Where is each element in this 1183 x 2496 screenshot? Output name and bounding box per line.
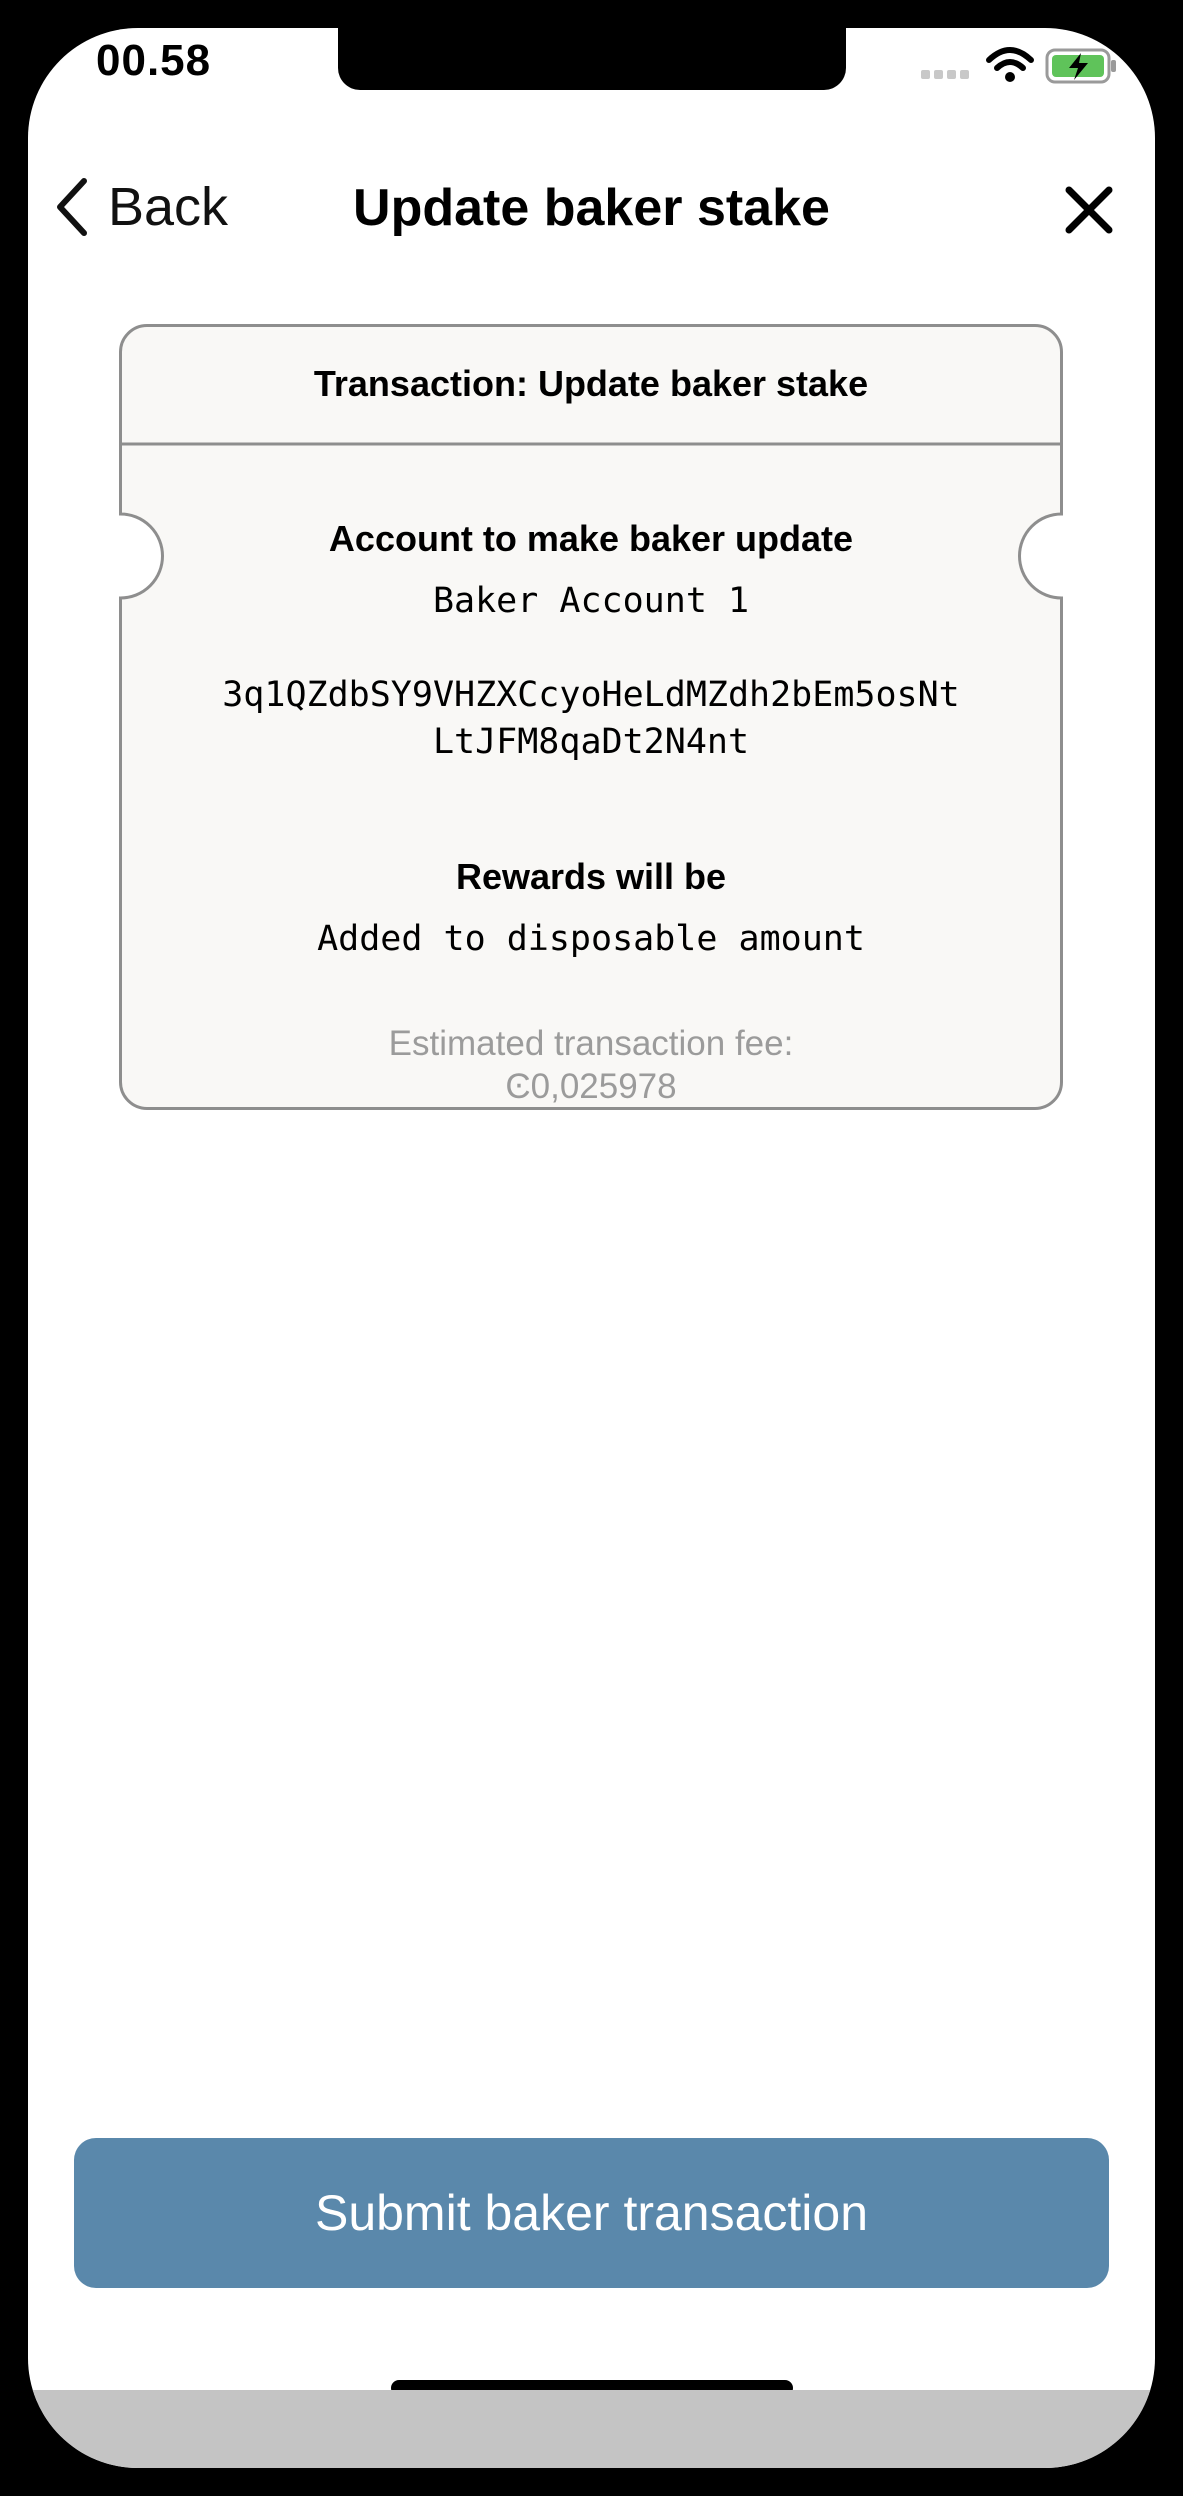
ticket-header: Transaction: Update baker stake	[313, 363, 869, 404]
bottom-band	[28, 2390, 1155, 2468]
submit-baker-transaction-button[interactable]: Submit baker transaction	[74, 2138, 1109, 2288]
app-screen: 00.58 Back Update baker stake Transactio…	[28, 28, 1155, 2468]
account-label: Account to make baker update	[328, 518, 854, 559]
battery-charging-icon	[1045, 48, 1116, 84]
close-icon[interactable]	[1061, 182, 1117, 238]
account-address-line-1: 3q1QZdbSY9VHZXCcyoHeLdMZdh2bEm5osNt	[222, 675, 960, 715]
fee-label: Estimated transaction fee:	[388, 1024, 794, 1063]
rewards-label: Rewards will be	[455, 856, 727, 897]
transaction-ticket: Transaction: Update baker stake Account …	[119, 324, 1063, 1110]
account-address-line-2: LtJFM8qaDt2N4nt	[432, 722, 750, 762]
fee-value: Ͼ0,025978	[505, 1067, 677, 1106]
account-name: Baker Account 1	[432, 581, 750, 621]
wifi-icon	[986, 47, 1034, 82]
rewards-value: Added to disposable amount	[317, 919, 865, 959]
status-icons	[917, 44, 1127, 88]
page-title: Update baker stake	[353, 179, 830, 237]
navigation-bar: Back Update baker stake	[28, 158, 1155, 258]
device-notch	[338, 28, 846, 90]
signal-icon	[921, 70, 969, 79]
status-time: 00.58	[96, 36, 212, 85]
